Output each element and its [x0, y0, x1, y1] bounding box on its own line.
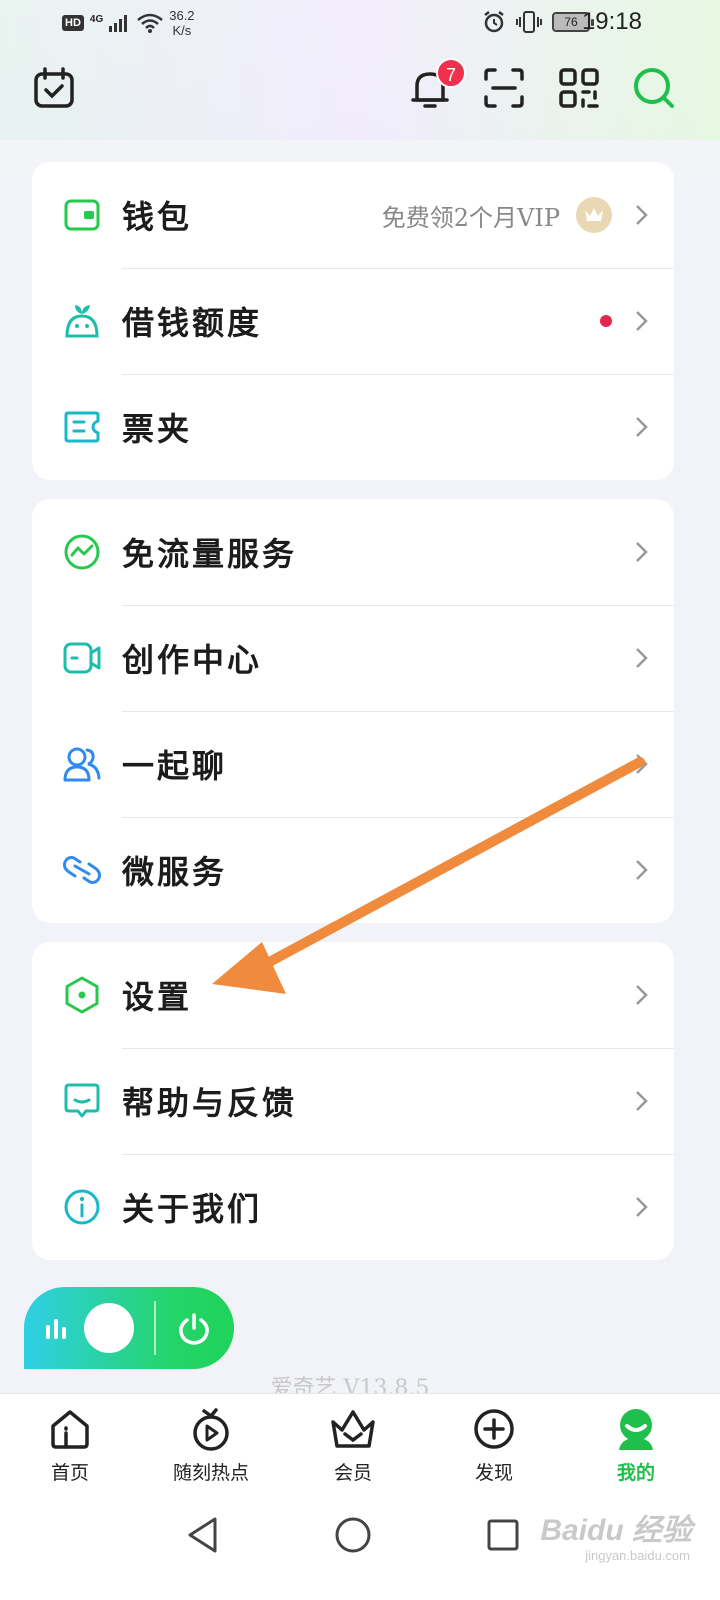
calendar-check-icon[interactable] [30, 64, 78, 112]
video-camera-icon [62, 638, 102, 678]
chevron-right-icon [636, 648, 648, 668]
settings-hexagon-icon [62, 975, 102, 1015]
menu-item-micro-service[interactable]: 微服务 [32, 817, 674, 923]
signal-icon [109, 15, 128, 32]
menu-item-label: 微服务 [122, 853, 228, 891]
vibrate-icon [516, 11, 542, 33]
menu-item-label: 一起聊 [122, 747, 228, 785]
menu-item-help-feedback[interactable]: 帮助与反馈 [32, 1048, 674, 1154]
nav-hot-topics[interactable]: 随刻热点 [151, 1404, 271, 1485]
menu-item-label: 关于我们 [122, 1190, 263, 1228]
scan-icon[interactable] [480, 64, 528, 112]
users-icon [62, 744, 102, 784]
chevron-right-icon [636, 542, 648, 562]
status-time: 19:18 [581, 8, 642, 35]
notification-button[interactable]: 7 [406, 58, 466, 112]
nav-label: 我的 [616, 1462, 655, 1484]
vip-basket-icon [293, 1404, 413, 1454]
player-thumbnail[interactable] [84, 1303, 134, 1353]
info-icon [62, 1187, 102, 1227]
chevron-right-icon [636, 1091, 648, 1111]
menu-item-chat-together[interactable]: 一起聊 [32, 711, 674, 817]
nav-label: 会员 [333, 1462, 372, 1484]
menu-item-tickets[interactable]: 票夹 [32, 374, 674, 480]
qr-code-icon[interactable] [555, 64, 603, 112]
vip-crown-icon [576, 197, 612, 233]
menu-item-label: 借钱额度 [122, 304, 263, 342]
power-icon[interactable] [176, 1311, 212, 1347]
watermark-logo: Baidu 经验 [540, 1514, 692, 1547]
traffic-free-icon [62, 532, 102, 572]
plus-circle-icon [434, 1404, 554, 1454]
chevron-right-icon [636, 311, 648, 331]
nav-label: 发现 [474, 1462, 513, 1484]
menu-group-finance: 钱包 免费领2个月VIP 借钱额度 票夹 [32, 162, 674, 480]
nav-discover[interactable]: 发现 [434, 1404, 554, 1485]
notification-badge: 7 [436, 58, 466, 88]
ticket-icon [62, 407, 102, 447]
chevron-right-icon [636, 860, 648, 880]
top-toolbar: 7 [0, 58, 720, 120]
menu-item-label: 免流量服务 [122, 535, 298, 573]
sprout-icon [62, 301, 102, 341]
menu-item-label: 钱包 [122, 198, 193, 236]
back-icon[interactable] [178, 1510, 228, 1560]
player-divider [154, 1301, 156, 1355]
audio-bars-icon [46, 1319, 66, 1339]
status-bar: HD 4G 36.2 K/s 76 19:18 [0, 0, 720, 48]
play-circle-icon [151, 1404, 271, 1454]
new-indicator-dot [600, 315, 612, 327]
menu-item-label: 设置 [122, 978, 193, 1016]
wallet-icon [62, 195, 102, 235]
menu-item-settings[interactable]: 设置 [32, 942, 674, 1048]
chevron-right-icon [636, 985, 648, 1005]
menu-group-settings: 设置 帮助与反馈 关于我们 [32, 942, 674, 1260]
menu-item-traffic-free[interactable]: 免流量服务 [32, 499, 674, 605]
menu-item-label: 票夹 [122, 410, 193, 448]
bottom-nav: 首页 随刻热点 会员 发现 我的 [0, 1393, 720, 1490]
nav-label: 首页 [50, 1462, 89, 1484]
menu-item-label: 创作中心 [122, 641, 263, 679]
chevron-right-icon [636, 754, 648, 774]
search-icon[interactable] [630, 64, 678, 112]
vip-promo-text: 免费领2个月VIP [381, 203, 560, 232]
nav-home[interactable]: 首页 [10, 1404, 130, 1485]
network-type: 4G [89, 13, 104, 25]
recent-apps-icon[interactable] [478, 1510, 528, 1560]
floating-player[interactable] [24, 1287, 234, 1369]
menu-group-services: 免流量服务 创作中心 一起聊 微服务 [32, 499, 674, 923]
menu-item-wallet[interactable]: 钱包 免费领2个月VIP [32, 162, 674, 268]
chevron-right-icon [636, 205, 648, 225]
alarm-icon [484, 11, 504, 33]
home-icon [10, 1404, 130, 1454]
nav-label: 随刻热点 [172, 1462, 249, 1484]
network-speed: 36.2 K/s [169, 8, 195, 38]
menu-item-about-us[interactable]: 关于我们 [32, 1154, 674, 1260]
menu-item-label: 帮助与反馈 [122, 1084, 298, 1122]
hd-indicator: HD [62, 15, 84, 31]
link-icon [62, 850, 102, 890]
menu-item-creator-center[interactable]: 创作中心 [32, 605, 674, 711]
feedback-icon [62, 1081, 102, 1121]
home-circle-icon[interactable] [328, 1510, 378, 1560]
chevron-right-icon [636, 1197, 648, 1217]
nav-profile[interactable]: 我的 [576, 1404, 696, 1485]
chevron-right-icon [636, 417, 648, 437]
wifi-icon [137, 13, 164, 33]
menu-item-credit[interactable]: 借钱额度 [32, 268, 674, 374]
nav-vip[interactable]: 会员 [293, 1404, 413, 1485]
watermark-url: jingyan.baidu.com [585, 1548, 690, 1563]
profile-icon [576, 1404, 696, 1454]
